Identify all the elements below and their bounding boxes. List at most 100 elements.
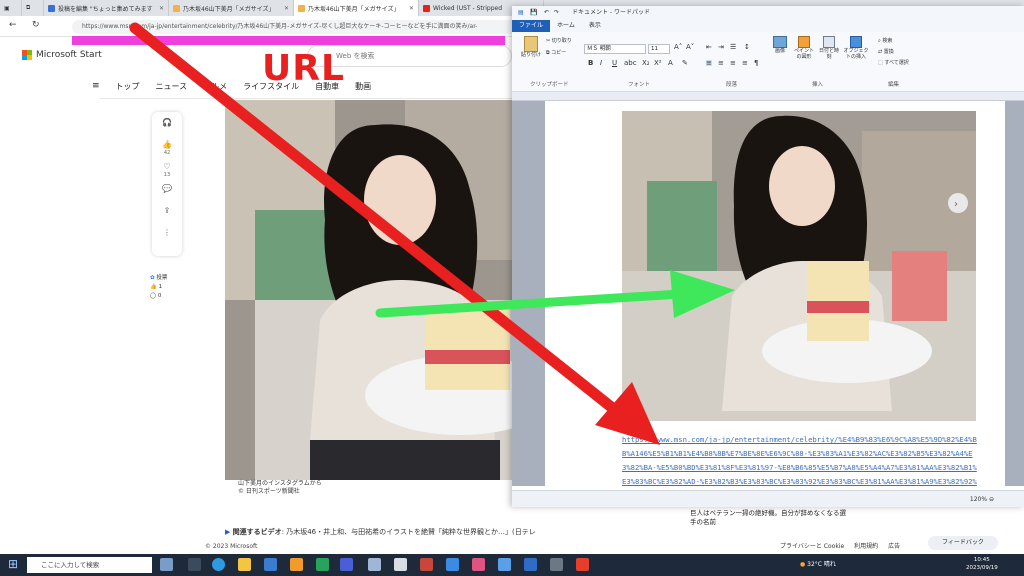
taskbar-search-input[interactable]: ここに入力して検索 [27, 557, 152, 573]
close-icon[interactable]: ✕ [405, 5, 414, 12]
back-icon[interactable]: ← [9, 20, 17, 30]
font-color-icon[interactable]: A [668, 60, 673, 67]
article-action-rail: 🎧 👍 42 ♡ 13 💬 ⇪ ⋮ [152, 112, 182, 256]
pasted-photo[interactable]: › [622, 111, 976, 421]
close-icon[interactable]: ✕ [280, 5, 289, 12]
tab-actions-icon[interactable]: ⧉ [22, 0, 44, 16]
tab-1[interactable]: 乃木坂46山下美月「メガサイズ」 ✕ [169, 0, 294, 16]
undo-icon[interactable]: ↶ [544, 6, 549, 20]
insert-object-button[interactable]: オブジェクトの挿入 [842, 36, 870, 60]
share-icon[interactable]: ⇪ [164, 206, 171, 228]
nav-item[interactable]: ニュース [156, 81, 188, 92]
poll-widget[interactable]: ✿ 投票 👍 1 ◯ 0 [150, 274, 167, 301]
select-all-button[interactable]: ⬚ すべて選択 [878, 60, 909, 66]
weather-widget[interactable]: ● 32°C 晴れ [800, 559, 836, 568]
ruler[interactable] [512, 92, 1024, 101]
app-icon[interactable] [420, 558, 433, 571]
tab-0[interactable]: 投稿を編集 "ちょっと集めてみます ✕ [44, 0, 169, 16]
footer-link[interactable]: 利用規約 [854, 541, 878, 550]
like-count: 42 [163, 150, 171, 156]
italic-icon[interactable]: I [600, 60, 602, 67]
menu-icon[interactable]: ≡ [92, 81, 100, 91]
tab-home[interactable]: ホーム [550, 20, 582, 32]
align-center-icon[interactable]: ≡ [718, 60, 724, 67]
justify-icon[interactable]: ≡ [742, 60, 748, 67]
nav-item[interactable]: グルメ [203, 81, 227, 92]
more-icon[interactable]: ⋮ [163, 228, 171, 250]
font-size-select[interactable]: 11 [648, 44, 670, 54]
msn-icon [173, 4, 180, 12]
app-icon[interactable] [446, 558, 459, 571]
nav-item[interactable]: 動画 [355, 81, 371, 92]
increase-indent-icon[interactable]: ⇥ [718, 44, 724, 51]
insert-picture-button[interactable]: 画像 [770, 36, 790, 54]
news-snippet[interactable]: 巨人はベテラン一掃の絶好機。自分が辞めなくなる選手の名前 [690, 509, 850, 527]
search-highlight-icon[interactable] [160, 558, 173, 571]
shrink-font-icon[interactable]: A˅ [686, 44, 694, 51]
align-left-icon[interactable]: ≡ [706, 60, 712, 67]
refresh-icon[interactable]: ↻ [32, 20, 40, 30]
subscript-icon[interactable]: X₂ [642, 60, 650, 67]
app-icon[interactable] [472, 558, 485, 571]
mail-icon[interactable] [264, 558, 277, 571]
nav-item[interactable]: トップ [116, 81, 140, 92]
save-icon[interactable]: 💾 [530, 6, 537, 20]
brand-logo[interactable]: Microsoft Start [22, 50, 102, 60]
app-icon[interactable] [394, 558, 407, 571]
url-input[interactable]: https://www.msn.com/ja-jp/entertainment/… [72, 20, 517, 34]
like-button[interactable]: 👍 42 [162, 140, 172, 162]
font-name-select[interactable]: ＭＳ 明朝 [584, 44, 646, 54]
thumb-icon: 👍 [150, 284, 157, 290]
grow-font-icon[interactable]: A˄ [674, 44, 682, 51]
zoom-out-icon[interactable]: ⊖ [989, 496, 994, 503]
replace-button[interactable]: ⇄ 置換 [878, 49, 894, 55]
align-right-icon[interactable]: ≡ [730, 60, 736, 67]
headphones-icon[interactable]: 🎧 [162, 118, 172, 140]
paste-button[interactable]: 貼り付け [520, 36, 542, 58]
related-video-link[interactable]: ▶ 関連するビデオ: 乃木坂46・井上和、与田祐希のイラストを絶賛「純粋な世界観… [225, 527, 635, 537]
bold-icon[interactable]: B [588, 60, 593, 67]
line-spacing-icon[interactable]: ↕ [744, 44, 750, 51]
app-icon[interactable] [290, 558, 303, 571]
task-view-icon[interactable] [188, 558, 201, 571]
tab-file[interactable]: ファイル [512, 20, 551, 32]
copy-button[interactable]: ⧉ コピー [546, 50, 566, 56]
footer-link[interactable]: 広告 [888, 541, 900, 550]
highlight-icon[interactable]: ✎ [682, 60, 688, 67]
superscript-icon[interactable]: X² [654, 60, 662, 67]
footer-link[interactable]: プライバシーと Cookie [780, 541, 844, 550]
paragraph-icon[interactable]: ¶ [754, 60, 758, 67]
bullets-icon[interactable]: ☰ [730, 44, 736, 51]
tab-view[interactable]: 表示 [582, 20, 608, 32]
file-explorer-icon[interactable] [238, 558, 251, 571]
feedback-button[interactable]: フィードバック [928, 536, 998, 550]
cut-button[interactable]: ✂ 切り取り [546, 38, 572, 44]
underline-icon[interactable]: U [612, 60, 617, 67]
decrease-indent-icon[interactable]: ⇤ [706, 44, 712, 51]
redo-icon[interactable]: ↷ [554, 6, 559, 20]
app-icon[interactable] [524, 558, 537, 571]
datetime-button[interactable]: 日付と時刻 [818, 36, 840, 60]
close-icon[interactable]: ✕ [155, 5, 164, 12]
app-icon[interactable] [316, 558, 329, 571]
windows-start-icon[interactable]: ⊞ [8, 557, 18, 571]
comment-icon[interactable]: 💬 [162, 184, 172, 206]
copyright: © 2023 Microsoft [205, 543, 258, 550]
paint-drawing-button[interactable]: ペイントの図形 [792, 36, 816, 60]
photo-caption: 山下美月のインスタグラムから © 日刊スポーツ新聞社 [238, 480, 322, 496]
group-font: フォント [628, 82, 651, 88]
heart-button[interactable]: ♡ 13 [163, 162, 170, 184]
wordpad-taskbar-icon[interactable] [368, 558, 381, 571]
strikethrough-icon[interactable]: abc [624, 60, 637, 67]
clock[interactable]: 10:45 2023/09/19 [966, 556, 998, 572]
app-icon[interactable] [576, 558, 589, 571]
app-icon[interactable] [340, 558, 353, 571]
tab-2[interactable]: 乃木坂46山下美月「メガサイズ」 ✕ [294, 0, 419, 16]
workspaces-icon[interactable]: ▣ [0, 0, 22, 16]
app-icon[interactable] [550, 558, 563, 571]
app-icon[interactable] [498, 558, 511, 571]
article-photo[interactable] [225, 100, 515, 480]
edge-icon[interactable] [212, 558, 225, 571]
find-button[interactable]: ⌕ 検索 [878, 38, 892, 44]
microsoft-logo-icon [22, 50, 32, 60]
